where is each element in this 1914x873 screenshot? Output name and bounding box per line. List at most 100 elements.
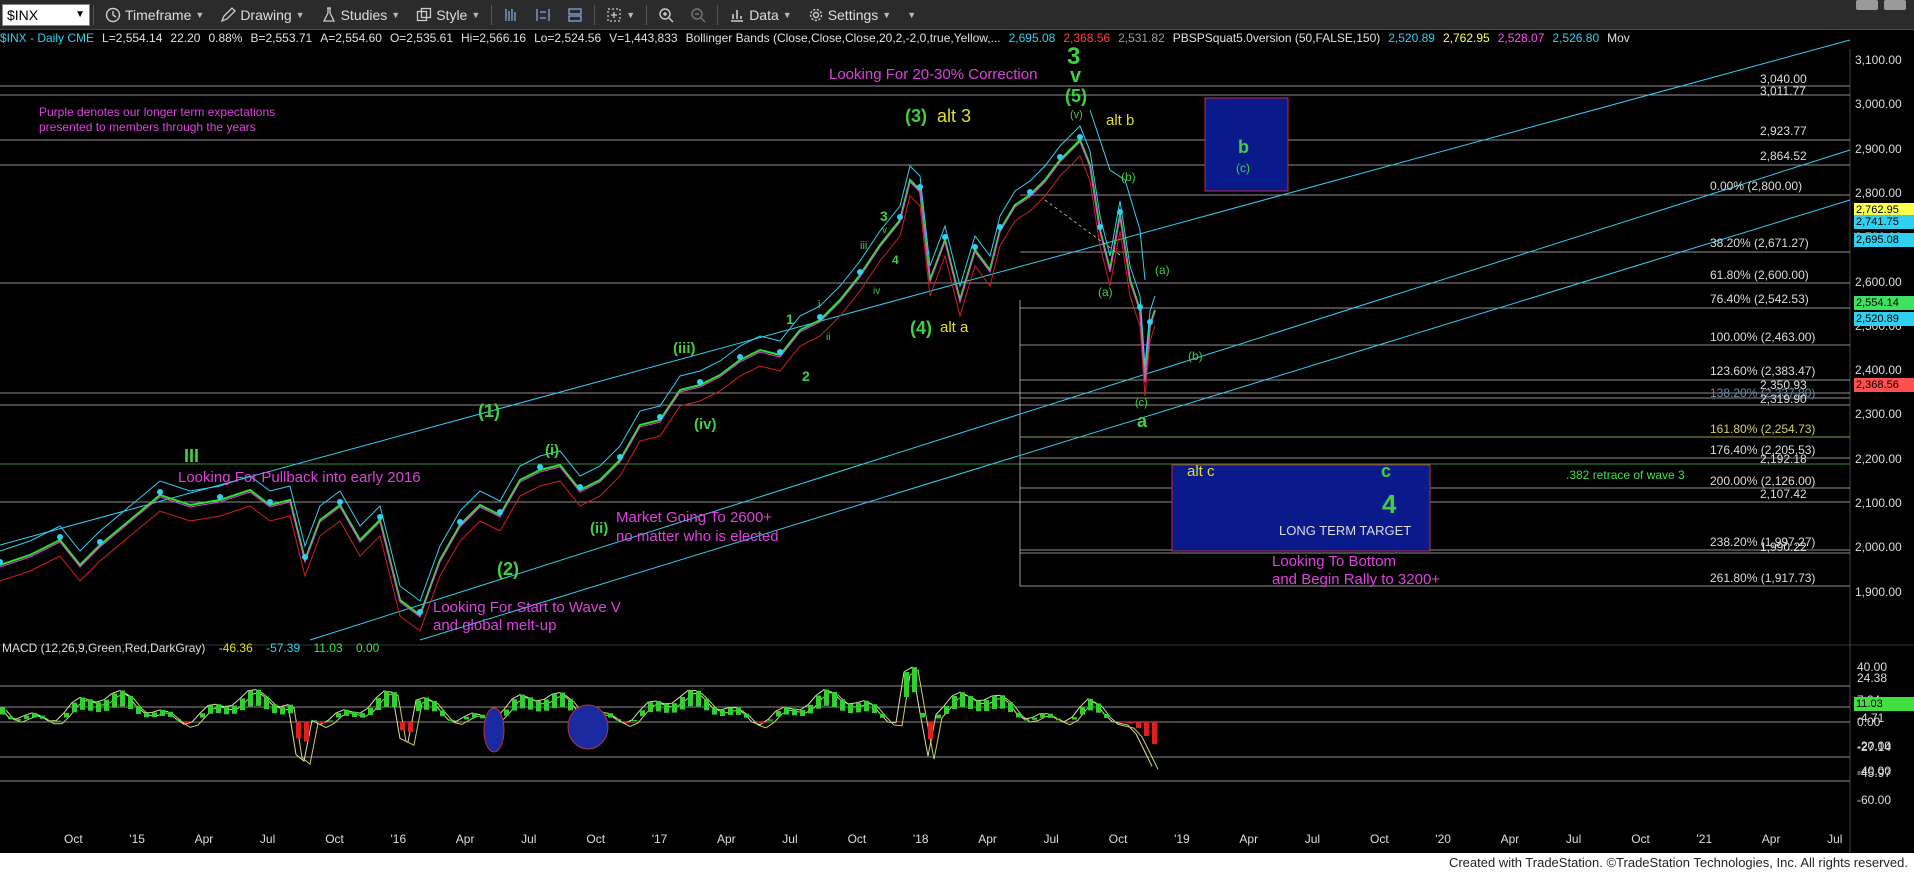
macd-histogram-bar (112, 693, 117, 708)
more-button[interactable]: ▼ (899, 3, 924, 27)
style-button[interactable]: Style ▼ (408, 3, 488, 27)
signal-dot (817, 314, 823, 320)
macd-histogram-bar (1032, 717, 1037, 720)
wave-b-paren-2: (b) (1188, 349, 1203, 363)
caret-down-icon: ▼ (471, 9, 481, 20)
date-axis-label: Apr (978, 832, 997, 846)
settings-label: Settings (827, 6, 879, 23)
date-axis-label: Oct (1370, 832, 1389, 846)
wave-c-paren: (c) (1135, 397, 1148, 409)
wave-ii-label: (ii) (590, 520, 609, 537)
macd-histogram-bar (184, 722, 189, 724)
macd-histogram-bar (872, 704, 877, 714)
macd-histogram-bar (952, 695, 957, 709)
macd-histogram-bar (792, 708, 797, 716)
date-axis-label: '17 (651, 832, 668, 846)
macd-tag: 11.03 (1854, 697, 1914, 711)
macd-histogram-bar (296, 722, 301, 739)
macd-histogram-bar (168, 711, 173, 717)
macd-histogram-bar (432, 700, 437, 712)
signal-dot (57, 534, 63, 540)
macd-histogram-bar (16, 719, 21, 721)
signal-dot (97, 539, 103, 545)
toolbar: $INX ▼ Timeframe ▼ Drawing ▼ Studies ▼ S… (0, 0, 1914, 30)
settings-button[interactable]: Settings ▼ (800, 3, 900, 27)
price-tag: 2,695.08 (1854, 233, 1914, 247)
crosshair-icon (606, 7, 622, 23)
fib-level-label: 61.80% (2,600.00) (1710, 268, 1809, 282)
chevron-down-icon[interactable]: ▼ (75, 9, 85, 20)
macd-axis-label: 24.38 (1857, 671, 1888, 685)
macd-histogram-bar (920, 712, 925, 718)
bar-spacing-narrow-button[interactable] (495, 3, 527, 27)
macd-histogram-bar (1040, 713, 1045, 718)
minimize-button[interactable] (1856, 0, 1878, 10)
bar-spacing-wide-button[interactable] (527, 3, 559, 27)
macd-histogram-bar (824, 689, 829, 706)
caret-down-icon: ▼ (195, 9, 205, 20)
macd-histogram-bar (1152, 722, 1157, 745)
macd-histogram-bar (864, 700, 869, 712)
long-term-target-label: LONG TERM TARGET (1279, 523, 1412, 538)
price-tag: 2,741.75 (1854, 215, 1914, 229)
macd-histogram-bar (640, 710, 645, 717)
data-button[interactable]: Data ▼ (721, 3, 800, 27)
macd-histogram-bar (712, 707, 717, 715)
price-chart[interactable] (0, 29, 1914, 859)
macd-histogram-bar (776, 711, 781, 717)
macd-histogram-bar (760, 722, 765, 724)
wave-v-small-2-label: v (882, 225, 887, 236)
fib-level-label: 161.80% (2,254.73) (1710, 422, 1816, 436)
chart-layout-button[interactable] (559, 3, 591, 27)
restore-button[interactable] (1884, 0, 1906, 10)
studies-button[interactable]: Studies ▼ (313, 3, 409, 27)
macd-histogram-bar (928, 722, 933, 740)
macd-histogram-bar (936, 714, 941, 719)
macd-histogram-bar (256, 689, 261, 706)
bottom-note-1: Looking To Bottom (1272, 553, 1396, 570)
macd-histogram-bar (248, 690, 253, 707)
zoom-in-button[interactable] (650, 3, 682, 27)
wave-1s-label: 1 (786, 311, 794, 327)
timeframe-button[interactable]: Timeframe ▼ (97, 3, 212, 27)
macd-histogram-bar (408, 722, 413, 733)
signal-dot (497, 509, 503, 515)
fib-level-label: 2,923.77 (1760, 124, 1807, 138)
signal-dot (417, 609, 423, 615)
symbol-input[interactable]: $INX ▼ (2, 3, 90, 26)
wave-c-label: c (1381, 461, 1392, 481)
signal-dot (1137, 304, 1143, 310)
retrace-note: .382 retrace of wave 3 (1566, 468, 1685, 482)
toolbar-divider (594, 4, 596, 25)
macd-histogram-bar (208, 705, 213, 714)
macd-histogram-bar (200, 713, 205, 718)
wave-4-big-label: 4 (1382, 489, 1397, 519)
macd-histogram-bar (800, 709, 805, 716)
macd-histogram-bar (512, 699, 517, 711)
macd-histogram-bar (720, 710, 725, 717)
macd-histogram-bar (448, 719, 453, 721)
wave-4-label: (4) (910, 318, 932, 338)
macd-histogram-bar (288, 704, 293, 714)
clock-icon (105, 7, 121, 23)
window-controls (1856, 0, 1906, 10)
macd-histogram-bar (144, 712, 149, 718)
cursor-button[interactable]: ▼ (598, 3, 643, 27)
wave-v-small-label: (v) (1070, 109, 1083, 121)
macd-histogram-bar (136, 705, 141, 714)
signal-dot (777, 349, 783, 355)
bars-wide-icon (535, 7, 551, 23)
wave-a-paren-1: (a) (1098, 285, 1113, 299)
zoom-out-button[interactable] (682, 3, 714, 27)
macd-histogram-bar (272, 704, 277, 714)
caret-down-icon: ▼ (782, 9, 792, 20)
wave-b-small-label: (b) (1121, 170, 1136, 184)
wave-iv-label: (iv) (694, 416, 717, 433)
macd-histogram-bar (552, 694, 557, 709)
macd-value-3: 11.03 (313, 641, 343, 655)
fib-level-label: 76.40% (2,542.53) (1710, 292, 1809, 306)
drawing-button[interactable]: Drawing ▼ (212, 3, 312, 27)
signal-dot (157, 489, 163, 495)
fib-level-label: 2,864.52 (1760, 149, 1807, 163)
macd-histogram-bar (96, 702, 101, 713)
